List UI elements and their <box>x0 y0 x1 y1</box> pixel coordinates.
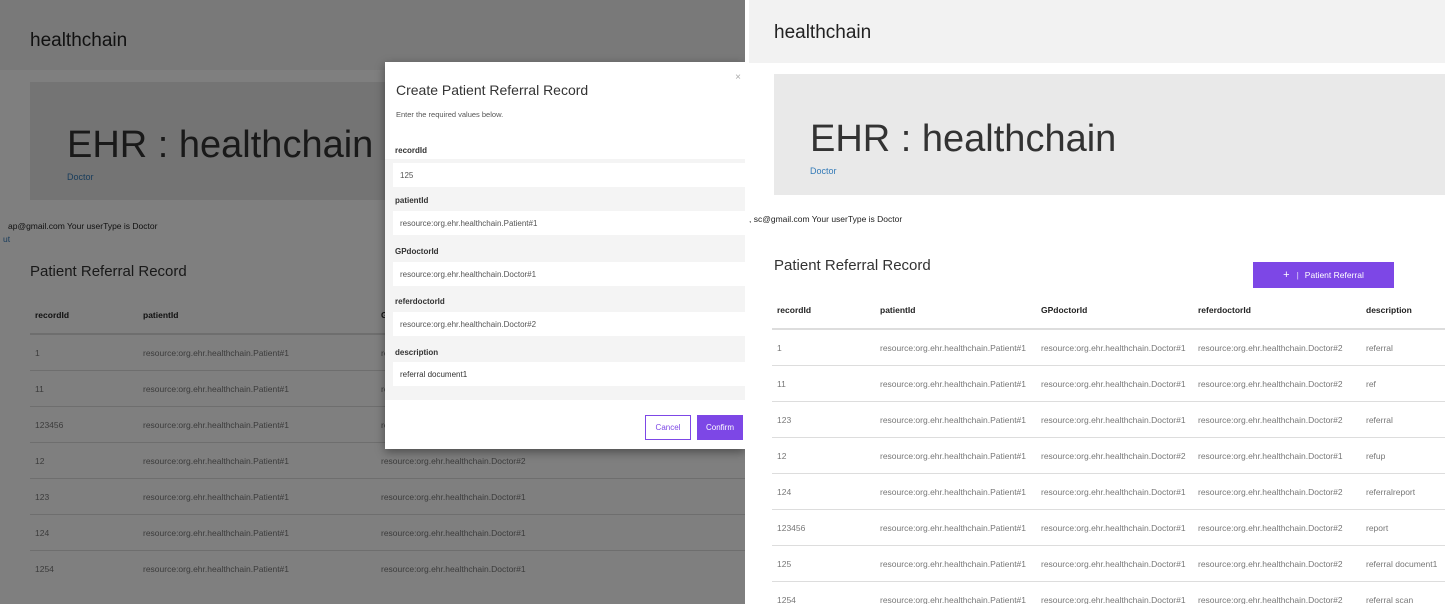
plus-icon: + <box>1283 269 1290 281</box>
modal-subtitle: Enter the required values below. <box>396 110 504 119</box>
column-header: description <box>1361 292 1445 330</box>
table-cell: report <box>1361 509 1445 546</box>
table-cell: resource:org.ehr.healthchain.Patient#1 <box>875 365 1036 402</box>
jumbotron-subtitle[interactable]: Doctor <box>810 166 837 176</box>
table-cell: resource:org.ehr.healthchain.Patient#1 <box>875 473 1036 510</box>
table-cell: referral scan <box>1361 581 1445 604</box>
table-cell: resource:org.ehr.healthchain.Doctor#2 <box>1036 437 1193 474</box>
table-cell: resource:org.ehr.healthchain.Patient#1 <box>875 328 1036 366</box>
table-cell: 123 <box>772 401 875 438</box>
field-label: patientId <box>395 196 429 205</box>
table-cell: resource:org.ehr.healthchain.Doctor#2 <box>1193 328 1361 366</box>
table-row: 124resource:org.ehr.healthchain.Patient#… <box>772 473 1445 510</box>
table-cell: resource:org.ehr.healthchain.Patient#1 <box>875 545 1036 582</box>
brand[interactable]: healthchain <box>774 22 871 44</box>
confirm-button[interactable]: Confirm <box>697 415 743 440</box>
table-cell: 124 <box>772 473 875 510</box>
referral-table: recordId patientId GPdoctorId referdocto… <box>772 292 1445 604</box>
cancel-button[interactable]: Cancel <box>645 415 691 440</box>
column-header: referdoctorId <box>1193 292 1361 330</box>
table-cell: referral <box>1361 401 1445 438</box>
table-cell: resource:org.ehr.healthchain.Doctor#2 <box>1193 365 1361 402</box>
table-cell: referral <box>1361 328 1445 366</box>
table-cell: resource:org.ehr.healthchain.Doctor#2 <box>1193 401 1361 438</box>
table-cell: resource:org.ehr.healthchain.Doctor#2 <box>1193 581 1361 604</box>
patientid-input[interactable] <box>393 211 745 235</box>
table-row: 12resource:org.ehr.healthchain.Patient#1… <box>772 437 1445 474</box>
table-row: 125 resource:org.ehr.healthchain.Patient#… <box>772 545 1445 582</box>
navbar: healthchain <box>749 0 1445 63</box>
table-cell: ref <box>1361 365 1445 402</box>
table-row: 1254resource:org.ehr.healthchain.Patient… <box>772 581 1445 604</box>
table-cell: 11 <box>772 365 875 402</box>
create-referral-modal: × Create Patient Referral Record Enter t… <box>385 62 745 449</box>
recordid-input[interactable] <box>393 163 745 187</box>
welcome-text: , sc@gmail.com Your userType is Doctor <box>749 214 903 224</box>
column-header: patientId <box>875 292 1036 330</box>
close-icon[interactable]: × <box>735 72 741 83</box>
table-cell: resource:org.ehr.healthchain.Doctor#1 <box>1036 328 1193 366</box>
jumbotron: EHR : healthchain Doctor <box>774 74 1445 195</box>
column-header: recordId <box>772 292 875 330</box>
table-cell: resource:org.ehr.healthchain.Doctor#1 <box>1036 545 1193 582</box>
table-header-row: recordId patientId GPdoctorId referdocto… <box>772 292 1445 330</box>
table-row: 123resource:org.ehr.healthchain.Patient#… <box>772 401 1445 438</box>
right-screenshot-panel: healthchain EHR : healthchain Doctor , s… <box>749 0 1445 604</box>
section-title: Patient Referral Record <box>774 257 931 274</box>
table-cell: resource:org.ehr.healthchain.Doctor#1 <box>1036 401 1193 438</box>
left-screenshot-panel: healthchain EHR : healthchain Doctor ap@… <box>0 0 745 604</box>
referdoctorid-input[interactable] <box>393 312 745 336</box>
field-label: referdoctorId <box>395 297 445 306</box>
table-cell: referral document1 <box>1361 545 1445 582</box>
table-row: 1resource:org.ehr.healthchain.Patient#1r… <box>772 328 1445 366</box>
table-cell: resource:org.ehr.healthchain.Patient#1 <box>875 401 1036 438</box>
jumbotron-title: EHR : healthchain <box>810 118 1117 160</box>
table-cell: 1 <box>772 328 875 366</box>
table-cell: 125 <box>772 545 875 582</box>
table-cell: resource:org.ehr.healthchain.Doctor#1 <box>1036 509 1193 546</box>
table-row: 123456resource:org.ehr.healthchain.Patie… <box>772 509 1445 546</box>
table-cell: referralreport <box>1361 473 1445 510</box>
table-cell: resource:org.ehr.healthchain.Patient#1 <box>875 509 1036 546</box>
table-cell: resource:org.ehr.healthchain.Doctor#2 <box>1193 509 1361 546</box>
table-cell: resource:org.ehr.healthchain.Doctor#1 <box>1036 581 1193 604</box>
table-cell: resource:org.ehr.healthchain.Doctor#2 <box>1193 545 1361 582</box>
table-cell: resource:org.ehr.healthchain.Patient#1 <box>875 437 1036 474</box>
modal-title: Create Patient Referral Record <box>396 82 589 98</box>
field-label: recordId <box>395 146 428 155</box>
table-cell: refup <box>1361 437 1445 474</box>
table-cell: 123456 <box>772 509 875 546</box>
table-cell: resource:org.ehr.healthchain.Doctor#1 <box>1036 473 1193 510</box>
add-button-label: Patient Referral <box>1304 270 1364 280</box>
table-cell: resource:org.ehr.healthchain.Doctor#1 <box>1036 365 1193 402</box>
description-input[interactable] <box>393 362 745 386</box>
field-label: description <box>395 348 439 357</box>
add-patient-referral-button[interactable]: + | Patient Referral <box>1253 262 1394 288</box>
table-cell: 12 <box>772 437 875 474</box>
table-row: 11resource:org.ehr.healthchain.Patient#1… <box>772 365 1445 402</box>
separator: | <box>1296 270 1299 280</box>
table-cell: resource:org.ehr.healthchain.Doctor#1 <box>1193 437 1361 474</box>
table-cell: resource:org.ehr.healthchain.Doctor#2 <box>1193 473 1361 510</box>
table-cell: resource:org.ehr.healthchain.Patient#1 <box>875 581 1036 604</box>
field-label: GPdoctorId <box>395 247 439 256</box>
column-header: GPdoctorId <box>1036 292 1193 330</box>
table-cell: 1254 <box>772 581 875 604</box>
gpdoctorid-input[interactable] <box>393 262 745 286</box>
